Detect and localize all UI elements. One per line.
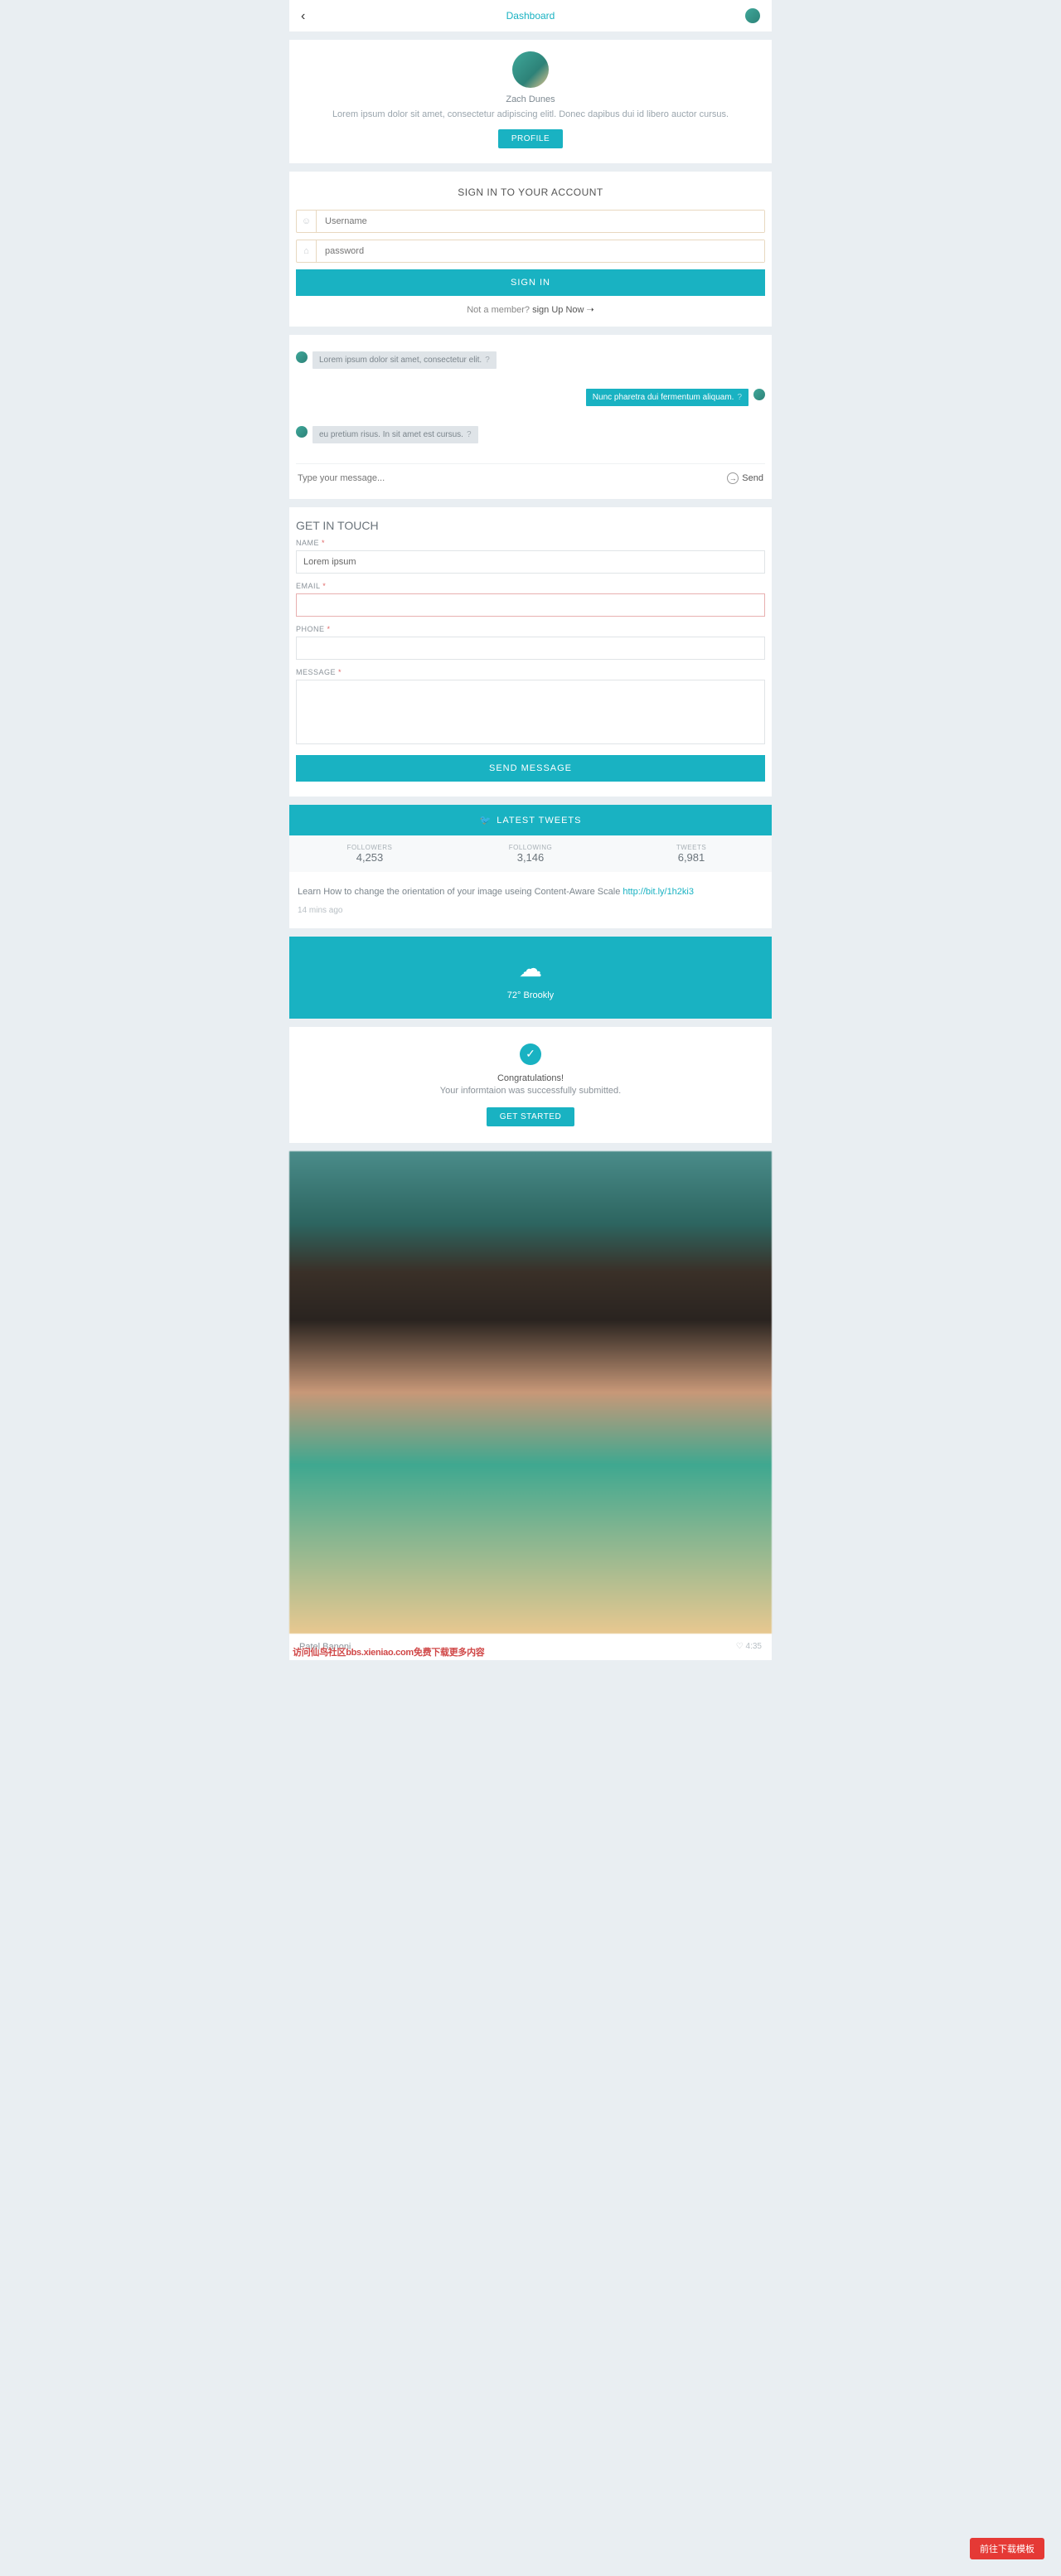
profile-desc: Lorem ipsum dolor sit amet, consectetur … bbox=[306, 109, 755, 119]
tweets-header: LATEST TWEETS bbox=[289, 805, 772, 835]
success-desc: Your informtaion was successfully submit… bbox=[306, 1086, 755, 1096]
email-label: EMAIL * bbox=[296, 582, 765, 590]
lock-icon: ⌂ bbox=[297, 240, 317, 262]
password-row: ⌂ bbox=[296, 240, 765, 263]
chat-message-in: eu pretium risus. In sit amet est cursus… bbox=[296, 426, 765, 443]
get-started-button[interactable]: GET STARTED bbox=[487, 1107, 574, 1126]
email-field[interactable] bbox=[296, 593, 765, 617]
weather-card: ☁ 72° Brookly bbox=[289, 937, 772, 1019]
player-image bbox=[289, 1151, 772, 1634]
stat-following: FOLLOWING 3,146 bbox=[450, 835, 611, 872]
send-icon[interactable]: → bbox=[727, 472, 739, 484]
signin-button[interactable]: SIGN IN bbox=[296, 269, 765, 296]
phone-label: PHONE * bbox=[296, 625, 765, 633]
send-button[interactable]: Send bbox=[742, 473, 763, 483]
chat-input[interactable] bbox=[298, 473, 727, 483]
send-message-button[interactable]: SEND MESSAGE bbox=[296, 755, 765, 782]
chat-card: Lorem ipsum dolor sit amet, consectetur … bbox=[289, 335, 772, 499]
contact-title: GET IN TOUCH bbox=[296, 519, 765, 532]
page-title: Dashboard bbox=[289, 10, 772, 22]
profile-button[interactable]: PROFILE bbox=[498, 129, 563, 148]
tweet-text: Learn How to change the orientation of y… bbox=[298, 885, 763, 899]
username-input[interactable] bbox=[317, 211, 764, 232]
signin-title: SIGN IN TO YOUR ACCOUNT bbox=[296, 186, 765, 198]
username-row: ☺ bbox=[296, 210, 765, 233]
chat-bubble: Nunc pharetra dui fermentum aliquam. bbox=[586, 389, 749, 406]
avatar bbox=[753, 389, 765, 400]
stat-value: 3,146 bbox=[458, 851, 603, 864]
password-input[interactable] bbox=[317, 240, 764, 262]
name-field[interactable] bbox=[296, 550, 765, 574]
avatar bbox=[296, 351, 308, 363]
user-icon: ☺ bbox=[297, 211, 317, 232]
stat-value: 4,253 bbox=[298, 851, 442, 864]
profile-name: Zach Dunes bbox=[306, 94, 755, 104]
header-bar: ‹ Dashboard bbox=[289, 0, 772, 31]
weather-text: 72° Brookly bbox=[308, 990, 753, 1000]
name-label: NAME * bbox=[296, 539, 765, 547]
chat-input-row: → Send bbox=[296, 463, 765, 492]
signin-card: SIGN IN TO YOUR ACCOUNT ☺ ⌂ SIGN IN Not … bbox=[289, 172, 772, 327]
signup-line: Not a member? sign Up Now ➝ bbox=[296, 304, 765, 315]
avatar bbox=[296, 426, 308, 438]
stat-label: TWEETS bbox=[619, 844, 763, 851]
profile-card: Zach Dunes Lorem ipsum dolor sit amet, c… bbox=[289, 40, 772, 163]
tweet-body: Learn How to change the orientation of y… bbox=[289, 872, 772, 928]
weather-icon: ☁ bbox=[308, 955, 753, 982]
not-member-text: Not a member? bbox=[467, 305, 532, 315]
success-title: Congratulations! bbox=[306, 1073, 755, 1083]
tweets-card: LATEST TWEETS FOLLOWERS 4,253 FOLLOWING … bbox=[289, 805, 772, 928]
avatar[interactable] bbox=[745, 8, 760, 23]
download-template-button[interactable]: 前往下载模板 bbox=[970, 2538, 1044, 2559]
chat-message-in: Lorem ipsum dolor sit amet, consectetur … bbox=[296, 351, 765, 369]
stat-followers: FOLLOWERS 4,253 bbox=[289, 835, 450, 872]
player-card: 访问仙鸟社区bbs.xieniao.com免费下载更多内容 Patel Bano… bbox=[289, 1151, 772, 1660]
stat-label: FOLLOWERS bbox=[298, 844, 442, 851]
message-label: MESSAGE * bbox=[296, 668, 765, 676]
watermark-text: 访问仙鸟社区bbs.xieniao.com免费下载更多内容 bbox=[289, 1644, 488, 1660]
contact-card: GET IN TOUCH NAME * EMAIL * PHONE * MESS… bbox=[289, 507, 772, 797]
player-time: ♡ 4:35 bbox=[736, 1642, 762, 1651]
stat-value: 6,981 bbox=[619, 851, 763, 864]
tweet-time: 14 mins ago bbox=[298, 906, 763, 915]
stat-tweets: TWEETS 6,981 bbox=[611, 835, 772, 872]
chat-bubble: eu pretium risus. In sit amet est cursus… bbox=[312, 426, 478, 443]
stat-label: FOLLOWING bbox=[458, 844, 603, 851]
check-icon: ✓ bbox=[520, 1043, 541, 1065]
tweet-link[interactable]: http://bit.ly/1h2ki3 bbox=[623, 887, 694, 897]
message-field[interactable] bbox=[296, 680, 765, 744]
success-card: ✓ Congratulations! Your informtaion was … bbox=[289, 1027, 772, 1143]
profile-avatar[interactable] bbox=[512, 51, 549, 88]
chat-bubble: Lorem ipsum dolor sit amet, consectetur … bbox=[312, 351, 497, 369]
phone-field[interactable] bbox=[296, 637, 765, 660]
signup-link[interactable]: sign Up Now ➝ bbox=[532, 305, 594, 315]
tweets-stats: FOLLOWERS 4,253 FOLLOWING 3,146 TWEETS 6… bbox=[289, 835, 772, 872]
chat-message-out: Nunc pharetra dui fermentum aliquam. bbox=[296, 389, 765, 406]
